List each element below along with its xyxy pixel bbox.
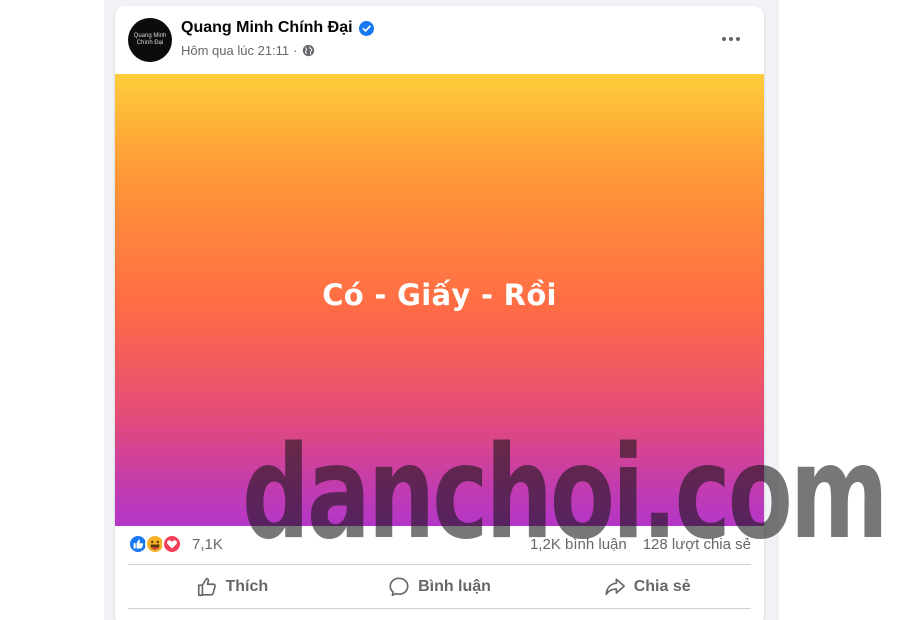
globe-icon[interactable] — [302, 44, 315, 57]
watermark: danchoi.com — [242, 419, 889, 568]
avatar-text-line-2: Chính Đại — [136, 40, 164, 46]
like-button[interactable]: Thích — [128, 565, 336, 609]
comment-label: Bình luận — [418, 578, 491, 595]
comment-button[interactable]: Bình luận — [336, 565, 544, 609]
reaction-count: 7,1K — [192, 535, 223, 553]
verified-badge-icon — [358, 20, 374, 36]
author-name[interactable]: Quang Minh Chính Đại — [181, 19, 353, 37]
avatar-text-line-1: Quang Minh — [133, 33, 167, 39]
thumbs-up-icon — [197, 577, 216, 597]
post-timestamp[interactable]: Hôm qua lúc 21:11 — [181, 43, 289, 58]
post-header: Quang Minh Chính Đại Quang Minh Chính Đạ… — [115, 6, 764, 74]
post-actions: Thích Bình luận Chia sẻ — [128, 565, 751, 609]
like-label: Thích — [225, 578, 269, 595]
post-text: Có - Giấy - Rồi — [322, 278, 557, 312]
avatar[interactable]: Quang Minh Chính Đại — [128, 18, 172, 62]
reactions-summary[interactable]: 7,1K — [128, 534, 223, 554]
post-meta: Hôm qua lúc 21:11 · — [181, 43, 315, 58]
author-row: Quang Minh Chính Đại — [181, 19, 374, 37]
more-options-icon[interactable] — [713, 24, 749, 54]
share-arrow-icon — [605, 578, 625, 596]
divider — [128, 608, 751, 609]
comment-icon — [389, 577, 409, 597]
love-icon — [162, 534, 182, 554]
meta-separator: · — [293, 43, 298, 58]
share-button[interactable]: Chia sẻ — [543, 565, 751, 609]
share-label: Chia sẻ — [633, 578, 691, 595]
